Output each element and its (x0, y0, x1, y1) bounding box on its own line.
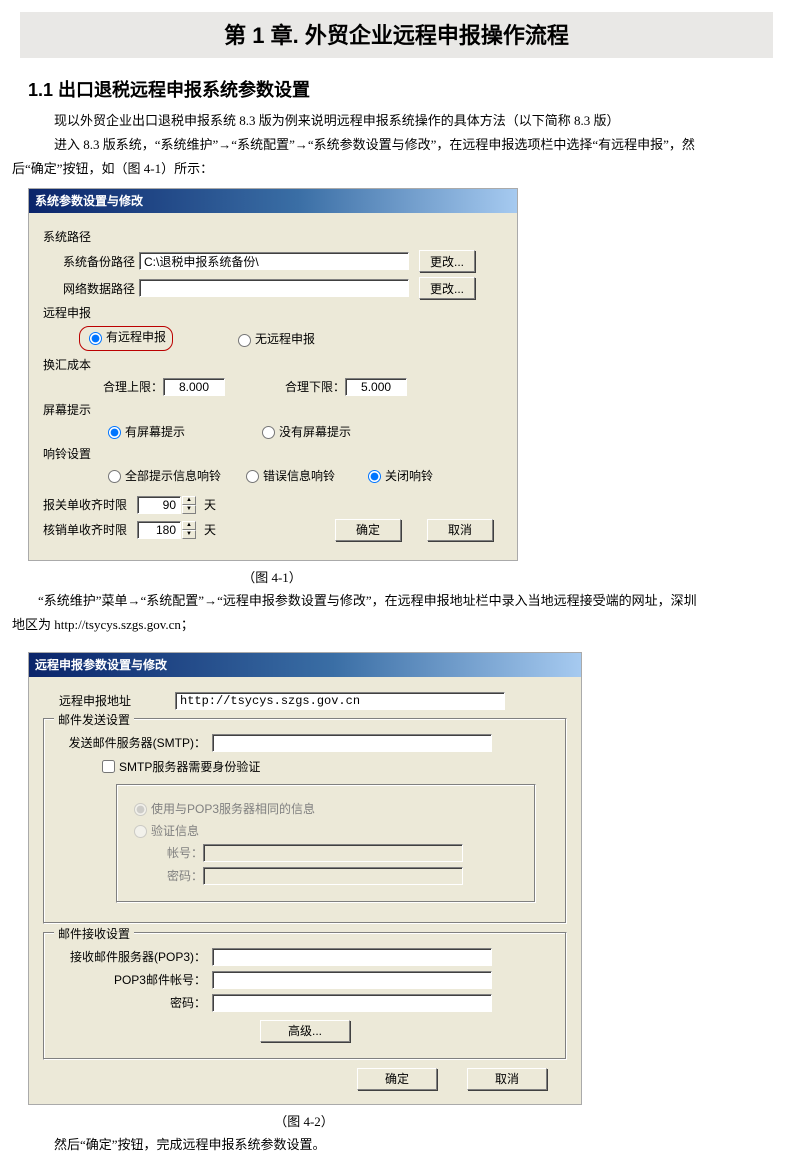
figure-caption-42: （图 4-2） (0, 1111, 608, 1130)
fieldset-send: 邮件发送设置 发送邮件服务器(SMTP)： SMTP服务器需要身份验证 使用与P… (43, 718, 567, 924)
radio-verify-info: 验证信息 (129, 822, 199, 839)
checkbox-smtp-auth[interactable]: SMTP服务器需要身份验证 (98, 757, 260, 776)
label-remote: 远程申报 (43, 304, 123, 321)
paragraph-1: 现以外贸企业出口退税申报系统 8.3 版为例来说明远程申报系统操作的具体方法（以… (28, 110, 765, 132)
radio-remote-no[interactable]: 无远程申报 (233, 330, 315, 347)
label-ring: 响铃设置 (43, 445, 123, 462)
highlight-ring: 有远程申报 (79, 326, 173, 351)
label-pop3-pwd: 密码： (56, 994, 212, 1011)
remote-addr-input[interactable] (175, 692, 505, 710)
netdata-path-input[interactable] (139, 279, 409, 297)
hexiao-spinner[interactable]: ▲▼ (137, 521, 196, 539)
chapter-title: 第 1 章. 外贸企业远程申报操作流程 (20, 12, 773, 58)
backup-path-input[interactable] (139, 252, 409, 270)
label-smtp: 发送邮件服务器(SMTP)： (56, 734, 212, 751)
upper-input[interactable] (163, 378, 225, 396)
cancel-button[interactable]: 取消 (427, 519, 493, 541)
spin-down-icon[interactable]: ▼ (182, 505, 196, 514)
pop3-acct-input[interactable] (212, 971, 492, 989)
radio-screen-yes[interactable]: 有屏幕提示 (103, 423, 185, 440)
label-pop3-acct: POP3邮件帐号： (56, 971, 212, 988)
spin-up-icon[interactable]: ▲ (182, 521, 196, 530)
figure-caption-41: （图 4-1） (0, 567, 544, 586)
label-days: 天 (204, 521, 216, 538)
radio-same-pop3: 使用与POP3服务器相同的信息 (129, 800, 315, 817)
change-backup-button[interactable]: 更改... (419, 250, 475, 272)
paragraph-3b: 地区为 http://tsycys.szgs.gov.cn； (12, 614, 765, 636)
pop3-input[interactable] (212, 948, 492, 966)
paragraph-4: 然后“确定”按钮，完成远程申报系统参数设置。 (28, 1134, 765, 1156)
spin-down-icon[interactable]: ▼ (182, 530, 196, 539)
legend-recv: 邮件接收设置 (54, 925, 134, 942)
fieldset-auth-sub: 使用与POP3服务器相同的信息 验证信息 帐号： 密码： (116, 784, 536, 903)
label-hexiao: 核销单收齐时限 (43, 521, 137, 538)
legend-send: 邮件发送设置 (54, 711, 134, 728)
dialog-title: 系统参数设置与修改 (29, 189, 517, 213)
cancel-button[interactable]: 取消 (467, 1068, 547, 1090)
label-lower: 合理下限： (285, 378, 345, 395)
radio-ring-err[interactable]: 错误信息响铃 (241, 467, 335, 484)
advanced-button[interactable]: 高级... (260, 1020, 350, 1042)
label-huanhui: 换汇成本 (43, 356, 123, 373)
label-netdata-path: 网络数据路径 (43, 280, 139, 297)
section-title: 1.1 出口退税远程申报系统参数设置 (28, 76, 793, 102)
radio-ring-off[interactable]: 关闭响铃 (363, 467, 433, 484)
label-upper: 合理上限： (103, 378, 163, 395)
label-screen: 屏幕提示 (43, 401, 123, 418)
label-days: 天 (204, 496, 216, 513)
label-account: 帐号： (159, 844, 203, 861)
change-netdata-button[interactable]: 更改... (419, 277, 475, 299)
radio-screen-no[interactable]: 没有屏幕提示 (257, 423, 351, 440)
pop3-pwd-input[interactable] (212, 994, 492, 1012)
spin-up-icon[interactable]: ▲ (182, 496, 196, 505)
label-remote-addr: 远程申报地址 (43, 692, 175, 709)
label-password: 密码： (159, 867, 203, 884)
paragraph-2b: 后“确定”按钮，如（图 4-1）所示： (12, 158, 765, 180)
ok-button[interactable]: 确定 (357, 1068, 437, 1090)
label-backup-path: 系统备份路径 (43, 253, 139, 270)
fieldset-recv: 邮件接收设置 接收邮件服务器(POP3)： POP3邮件帐号： 密码： 高级..… (43, 932, 567, 1060)
smtp-input[interactable] (212, 734, 492, 752)
dialog-system-params: 系统参数设置与修改 系统路径 系统备份路径 更改... 网络数据路径 更改...… (28, 188, 518, 561)
paragraph-3: “系统维护”菜单→“系统配置”→“远程申报参数设置与修改”，在远程申报地址栏中录… (12, 590, 765, 612)
label-sys-path: 系统路径 (43, 228, 123, 245)
auth-password-input (203, 867, 463, 885)
baoguan-spinner[interactable]: ▲▼ (137, 496, 196, 514)
label-baoguan: 报关单收齐时限 (43, 496, 137, 513)
radio-remote-yes[interactable]: 有远程申报 (84, 328, 166, 345)
ok-button[interactable]: 确定 (335, 519, 401, 541)
auth-account-input (203, 844, 463, 862)
lower-input[interactable] (345, 378, 407, 396)
label-pop3: 接收邮件服务器(POP3)： (56, 948, 212, 965)
dialog-title: 远程申报参数设置与修改 (29, 653, 581, 677)
paragraph-2: 进入 8.3 版系统，“系统维护”→“系统配置”→“系统参数设置与修改”，在远程… (28, 134, 765, 156)
radio-ring-all[interactable]: 全部提示信息响铃 (103, 467, 221, 484)
dialog-remote-params: 远程申报参数设置与修改 远程申报地址 邮件发送设置 发送邮件服务器(SMTP)：… (28, 652, 582, 1105)
